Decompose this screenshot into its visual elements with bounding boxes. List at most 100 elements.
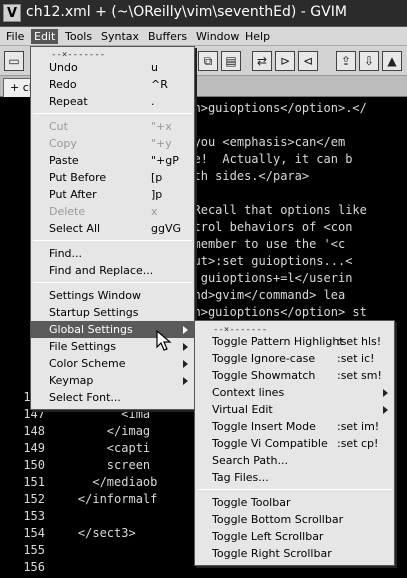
menu-help[interactable]: Help	[242, 29, 273, 44]
edit-menu-item-find[interactable]: Find...	[31, 245, 194, 262]
menu-item-label: Find...	[49, 247, 83, 260]
menu-item-label: Toggle Toolbar	[212, 496, 291, 509]
menu-item-label: Redo	[49, 78, 77, 91]
menu-item-label: Repeat	[49, 95, 88, 108]
edit-menu-item-paste[interactable]: Paste "+gP	[31, 152, 194, 169]
menu-separator	[33, 113, 192, 114]
line-text: </mediaob	[49, 475, 158, 489]
menu-buffers[interactable]: Buffers	[145, 29, 190, 44]
open-icon[interactable]: ▭	[4, 51, 24, 71]
menu-item-label: Toggle Left Scrollbar	[212, 530, 324, 543]
menu-item-label: Copy	[49, 137, 77, 150]
menu-edit[interactable]: Edit	[31, 29, 59, 44]
menu-separator	[33, 240, 192, 241]
edit-menu-item-copy[interactable]: Copy "+y	[31, 135, 194, 152]
global-settings-item-toggle-showmatch[interactable]: Toggle Showmatch:set sm!	[195, 367, 394, 384]
submenu-arrow-icon	[183, 326, 188, 334]
submenu-arrow-icon	[183, 343, 188, 351]
global-settings-item-virtual-edit[interactable]: Virtual Edit	[195, 401, 394, 418]
menu-item-label: Find and Replace...	[49, 264, 154, 277]
edit-menu-item-put-after[interactable]: Put After]p	[31, 186, 194, 203]
menu-item-shortcut: "+x	[151, 120, 172, 133]
find-prev-icon[interactable]: ⊲	[298, 51, 318, 71]
menu-item-label: Select All	[49, 222, 101, 235]
line-text: </informalf	[49, 492, 158, 506]
menu-item-label: Startup Settings	[49, 306, 139, 319]
edit-menu-item-find-and-replace[interactable]: Find and Replace...	[31, 262, 194, 279]
edit-menu-item-settings-window[interactable]: Settings Window	[31, 287, 194, 304]
submenu-arrow-icon	[383, 389, 388, 397]
menu-item-shortcut: :set ic!	[337, 352, 375, 365]
global-settings-item-search-path[interactable]: Search Path...	[195, 452, 394, 469]
menu-item-label: Cut	[49, 120, 68, 133]
edit-menu-item-keymap[interactable]: Keymap	[31, 372, 194, 389]
menu-window[interactable]: Window	[193, 29, 242, 44]
line-text: screen	[49, 458, 151, 472]
line-number: 153	[23, 509, 45, 523]
menu-syntax[interactable]: Syntax	[98, 29, 142, 44]
line-text: <capti	[49, 441, 151, 455]
global-settings-item-toggle-toolbar[interactable]: Toggle Toolbar	[195, 494, 394, 511]
submenu-arrow-icon	[183, 377, 188, 385]
menu-item-label: File Settings	[49, 340, 117, 353]
menu-item-label: Delete	[49, 205, 86, 218]
menu-item-label: Context lines	[212, 386, 285, 399]
load-session-icon[interactable]: ⇪	[336, 51, 356, 71]
menu-tools[interactable]: Tools	[62, 29, 95, 44]
menu-item-shortcut: ^R	[151, 78, 168, 91]
mouse-cursor-icon	[156, 330, 172, 351]
window-title: ch12.xml + (~\OReilly\vim\seventhEd) - G…	[26, 4, 347, 20]
global-settings-item-toggle-left-scrollbar[interactable]: Toggle Left Scrollbar	[195, 528, 394, 545]
global-settings-item-tag-files[interactable]: Tag Files...	[195, 469, 394, 486]
line-number: 155	[23, 543, 45, 557]
line-text: </sect3>	[49, 526, 136, 540]
line-number: 152	[23, 492, 45, 506]
menu-file[interactable]: File	[3, 29, 27, 44]
submenu-arrow-icon	[383, 406, 388, 414]
replace-icon[interactable]: ⇄	[252, 51, 272, 71]
menu-item-label: Toggle Ignore-case	[212, 352, 316, 365]
run-script-icon[interactable]: ▲	[382, 51, 402, 71]
menu-item-label: Select Font...	[49, 391, 121, 404]
menu-item-label: Tag Files...	[212, 471, 269, 484]
edit-menu-item-delete[interactable]: Delete x	[31, 203, 194, 220]
edit-menu-item-cut[interactable]: Cut "+x	[31, 118, 194, 135]
menu-separator	[33, 282, 192, 283]
edit-menu-item-put-before[interactable]: Put Before [p	[31, 169, 194, 186]
menu-bar: File Edit Tools Syntax Buffers Window He…	[0, 27, 407, 46]
menu-item-shortcut: "+gP	[151, 154, 179, 167]
global-settings-item-toggle-bottom-scrollbar[interactable]: Toggle Bottom Scrollbar	[195, 511, 394, 528]
global-settings-item-toggle-ignore-case[interactable]: Toggle Ignore-case :set ic!	[195, 350, 394, 367]
vim-icon: V	[3, 4, 21, 22]
menu-item-label: Toggle Vi Compatible	[212, 437, 328, 450]
global-settings-item-toggle-pattern-highlight[interactable]: Toggle Pattern Highlight:set hls!	[195, 333, 394, 350]
line-number: 148	[23, 424, 45, 438]
global-settings-item-toggle-right-scrollbar[interactable]: Toggle Right Scrollbar	[195, 545, 394, 562]
menu-item-label: Virtual Edit	[212, 403, 273, 416]
line-number: 150	[23, 458, 45, 472]
edit-menu-item-startup-settings[interactable]: Startup Settings	[31, 304, 194, 321]
edit-menu-item-color-scheme[interactable]: Color Scheme	[31, 355, 194, 372]
submenu-arrow-icon	[183, 360, 188, 368]
global-settings-item-context-lines[interactable]: Context lines	[195, 384, 394, 401]
menu-separator	[197, 489, 392, 490]
edit-menu-item-select-all[interactable]: Select All ggVG	[31, 220, 194, 237]
menu-item-label: Search Path...	[212, 454, 288, 467]
menu-item-shortcut: :set sm!	[337, 369, 382, 382]
save-session-icon[interactable]: ⇩	[359, 51, 379, 71]
copy-icon[interactable]: ⧉	[198, 51, 218, 71]
menu-item-shortcut: "+y	[151, 137, 172, 150]
line-number: 156	[23, 560, 45, 574]
menu-item-label: Undo	[49, 61, 78, 74]
menu-item-label: Global Settings	[49, 323, 133, 336]
global-settings-item-toggle-insert-mode[interactable]: Toggle Insert Mode:set im!	[195, 418, 394, 435]
menu-item-shortcut: .	[151, 95, 155, 108]
edit-menu-item-redo[interactable]: Redo ^R	[31, 76, 194, 93]
edit-menu-item-select-font[interactable]: Select Font...	[31, 389, 194, 406]
edit-menu-item-undo[interactable]: Undo u	[31, 59, 194, 76]
menu-item-shortcut: :set cp!	[337, 437, 379, 450]
edit-menu-item-repeat[interactable]: Repeat.	[31, 93, 194, 110]
global-settings-item-toggle-vi-compatible[interactable]: Toggle Vi Compatible :set cp!	[195, 435, 394, 452]
paste-icon[interactable]: ▤	[221, 51, 241, 71]
find-next-icon[interactable]: ⊳	[275, 51, 295, 71]
